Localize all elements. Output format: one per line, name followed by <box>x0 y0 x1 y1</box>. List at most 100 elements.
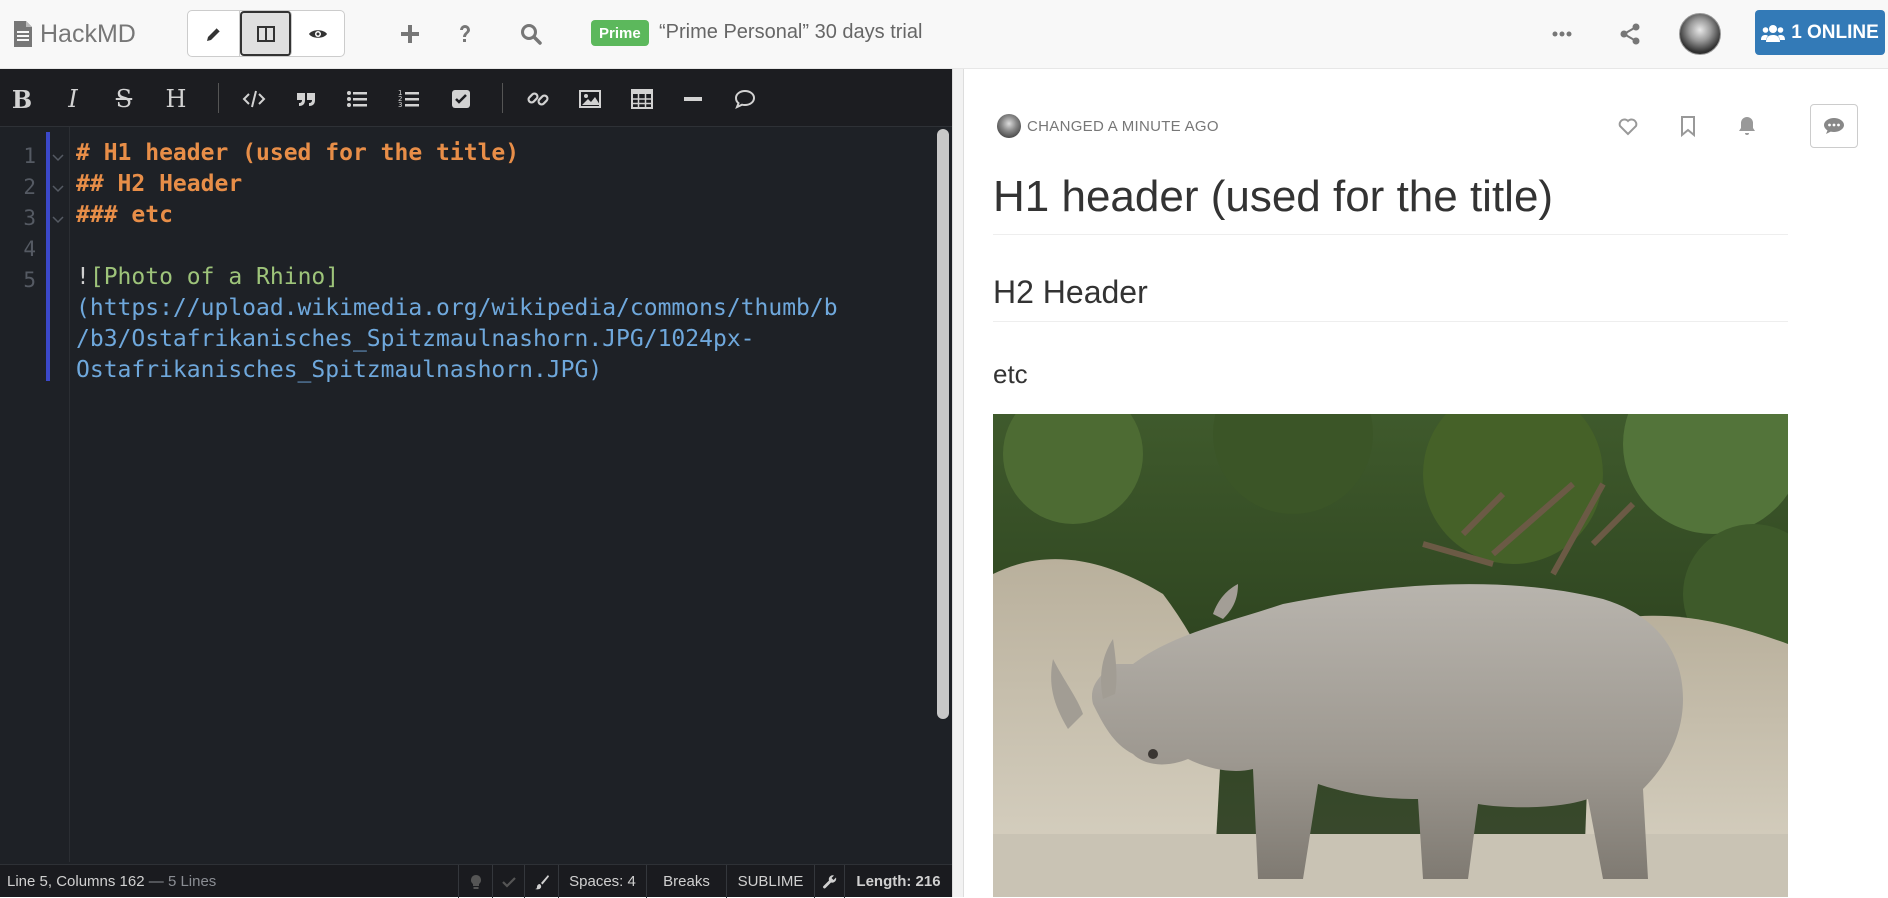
comment-dots-icon <box>1824 118 1844 134</box>
help-button[interactable] <box>450 19 480 49</box>
editor-scrollbar[interactable] <box>937 129 949 719</box>
editor-statusbar: Line 5, Columns 162 — 5 Lines Spaces: 4 … <box>0 864 952 898</box>
online-count-label: 1 ONLINE <box>1791 21 1879 43</box>
columns-icon <box>256 25 275 42</box>
table-icon <box>631 89 653 109</box>
user-avatar[interactable] <box>1679 13 1721 55</box>
image-button[interactable] <box>574 83 606 115</box>
horizontal-rule-button[interactable] <box>677 83 709 115</box>
new-note-button[interactable] <box>395 19 425 49</box>
preview-heading-3: etc <box>993 359 1028 389</box>
document-length: Length: 216 <box>844 865 952 898</box>
active-block-marker <box>46 132 50 381</box>
code-line: # H1 header (used for the title) <box>76 140 520 166</box>
code-icon <box>242 90 266 108</box>
last-change-info: CHANGED A MINUTE AGO <box>997 114 1219 138</box>
list-ol-icon: 123 <box>398 89 419 109</box>
pencil-icon <box>206 27 220 41</box>
heart-icon <box>1618 118 1638 136</box>
line-number-gutter: 1 2 3 4 5 <box>0 127 70 862</box>
preferences-button[interactable] <box>814 865 844 898</box>
theme-toggle[interactable] <box>524 865 558 898</box>
bell-icon <box>1739 117 1755 135</box>
toolbar-separator <box>218 83 219 113</box>
prime-trial-link[interactable]: “Prime Personal” 30 days trial <box>659 21 922 44</box>
line-count: 5 Lines <box>167 873 217 890</box>
speech-bubble-icon <box>734 89 756 109</box>
brand-link[interactable]: HackMD <box>12 18 136 50</box>
eye-icon <box>309 29 327 38</box>
bold-button[interactable]: B <box>6 83 38 115</box>
code-button[interactable] <box>238 83 270 115</box>
more-menu-button[interactable] <box>1547 19 1577 49</box>
strikethrough-button[interactable]: S <box>108 83 140 115</box>
toolbar-separator <box>502 83 503 113</box>
code-line: ## H2 Header <box>76 171 243 197</box>
fold-arrow-icon[interactable] <box>52 216 64 224</box>
edit-mode-button[interactable] <box>188 11 240 56</box>
cursor-line-column: Line 5, Columns 162 <box>7 873 145 890</box>
quote-icon <box>297 93 315 106</box>
comments-button[interactable] <box>1810 104 1858 148</box>
line-number: 3 <box>23 206 36 230</box>
code-editor[interactable]: # H1 header (used for the title) ## H2 H… <box>76 127 936 406</box>
top-navbar: HackMD Prime “Prime Personal” 30 days tr… <box>0 0 1888 69</box>
code-line: (https://upload.wikimedia.org/wikipedia/… <box>76 295 838 321</box>
comment-button[interactable] <box>729 83 761 115</box>
online-users-button[interactable]: 1 ONLINE <box>1755 10 1885 55</box>
quote-button[interactable] <box>290 83 322 115</box>
search-button[interactable] <box>516 19 546 49</box>
ellipsis-icon <box>1552 31 1572 37</box>
check-square-icon <box>452 90 470 108</box>
notification-button[interactable] <box>1733 112 1761 140</box>
view-mode-button[interactable] <box>292 11 344 56</box>
search-icon <box>521 24 542 45</box>
status-separator: — <box>144 873 168 890</box>
last-change-text: CHANGED A MINUTE AGO <box>1027 117 1219 135</box>
preview-pane: CHANGED A MINUTE AGO H1 header (used for… <box>964 69 1888 897</box>
users-icon <box>1761 24 1786 42</box>
breaks-setting[interactable]: Breaks <box>646 865 726 898</box>
code-line: ![Photo of a Rhino] <box>76 262 339 293</box>
paintbrush-icon <box>534 874 549 889</box>
brand-name: HackMD <box>40 19 136 48</box>
table-button[interactable] <box>626 83 658 115</box>
lightbulb-icon <box>470 874 481 889</box>
checklist-button[interactable] <box>445 83 477 115</box>
line-number: 1 <box>23 144 36 168</box>
linter-toggle[interactable] <box>492 865 524 898</box>
code-line: ### etc <box>76 202 173 228</box>
fold-arrow-icon[interactable] <box>52 154 64 162</box>
image-bang: ! <box>76 264 90 290</box>
line-number: 5 <box>23 268 36 292</box>
bookmark-button[interactable] <box>1674 112 1702 140</box>
ordered-list-button[interactable]: 123 <box>393 83 425 115</box>
editor-toolbar: B I S H 123 <box>0 69 952 127</box>
plus-icon <box>401 25 419 43</box>
author-avatar[interactable] <box>997 114 1021 138</box>
view-mode-group <box>187 10 345 57</box>
image-alt-text: [Photo of a Rhino] <box>89 264 340 290</box>
spellcheck-toggle[interactable] <box>458 865 492 898</box>
link-button[interactable] <box>522 83 554 115</box>
line-number: 4 <box>23 237 36 261</box>
indent-setting[interactable]: Spaces: 4 <box>558 865 646 898</box>
editor-pane: B I S H 123 1 2 3 4 5 # H1 header (used … <box>0 69 952 898</box>
share-button[interactable] <box>1615 19 1645 49</box>
list-ul-icon <box>347 91 367 107</box>
pane-divider[interactable] <box>952 69 964 897</box>
heading-button[interactable]: H <box>160 83 192 115</box>
unordered-list-button[interactable] <box>341 83 373 115</box>
cursor-position: Line 5, Columns 162 — 5 Lines <box>7 873 216 890</box>
split-mode-button[interactable] <box>240 11 292 56</box>
code-line: Ostafrikanisches_Spitzmaulnashorn.JPG) <box>76 357 603 383</box>
fold-arrow-icon[interactable] <box>52 185 64 193</box>
italic-button[interactable]: I <box>57 83 89 115</box>
image-icon <box>579 90 601 108</box>
favorite-button[interactable] <box>1614 112 1642 140</box>
code-line: /b3/Ostafrikanisches_Spitzmaulnashorn.JP… <box>76 326 755 352</box>
prime-badge[interactable]: Prime <box>591 20 649 46</box>
preview-heading-2: H2 Header <box>993 274 1788 322</box>
wrench-icon <box>822 874 836 888</box>
keymap-setting[interactable]: SUBLIME <box>726 865 814 898</box>
